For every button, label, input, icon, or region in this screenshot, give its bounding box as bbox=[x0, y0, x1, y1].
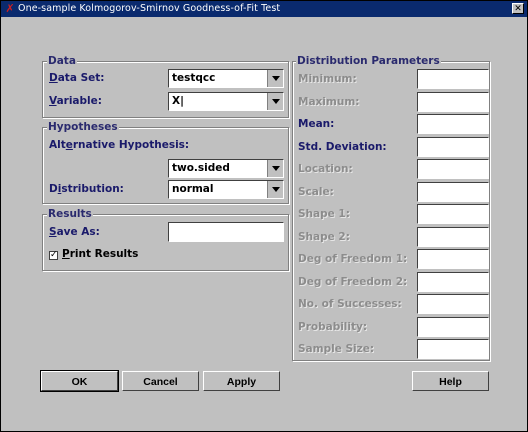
param-input bbox=[417, 249, 489, 269]
data-group-legend: Data bbox=[47, 55, 77, 67]
param-label: Sample Size: bbox=[298, 343, 375, 355]
param-input bbox=[417, 181, 489, 202]
param-label: Location: bbox=[298, 163, 353, 175]
param-label: Std. Deviation: bbox=[298, 140, 387, 153]
param-input bbox=[417, 339, 489, 359]
title-bar[interactable]: ✗ One-sample Kolmogorov-Smirnov Goodness… bbox=[1, 1, 527, 17]
param-input[interactable] bbox=[417, 114, 489, 134]
window-title: One-sample Kolmogorov-Smirnov Goodness-o… bbox=[18, 3, 281, 14]
param-input bbox=[417, 294, 489, 314]
param-label: Mean: bbox=[298, 118, 335, 130]
param-input[interactable] bbox=[417, 136, 489, 157]
distribution-label: Distribution: bbox=[49, 183, 124, 195]
distribution-value: normal bbox=[172, 183, 214, 195]
chevron-down-icon[interactable] bbox=[267, 93, 283, 110]
param-label: Scale: bbox=[298, 185, 334, 198]
param-input bbox=[417, 91, 489, 112]
alternative-hypothesis-label: Alternative Hypothesis: bbox=[49, 139, 190, 151]
data-set-label: Data Set: bbox=[49, 72, 105, 84]
param-label: No. of Successes: bbox=[298, 298, 402, 310]
apply-button[interactable]: Apply bbox=[203, 371, 280, 391]
param-input bbox=[417, 69, 489, 89]
chevron-down-icon[interactable] bbox=[267, 160, 283, 177]
results-group-legend: Results bbox=[47, 208, 93, 220]
distribution-parameters-legend: Distribution Parameters bbox=[296, 55, 441, 67]
param-input bbox=[417, 204, 489, 224]
variable-select[interactable]: X| bbox=[168, 92, 284, 111]
alternative-hypothesis-value: two.sided bbox=[172, 162, 230, 174]
hypotheses-group-legend: Hypotheses bbox=[47, 121, 119, 133]
print-results-checkbox[interactable]: ✓ bbox=[49, 251, 58, 260]
print-results-label[interactable]: Print Results bbox=[62, 248, 138, 261]
close-icon[interactable]: ✕ bbox=[512, 3, 524, 14]
param-label: Deg of Freedom 2: bbox=[298, 275, 408, 288]
param-label: Probability: bbox=[298, 320, 368, 333]
ok-button[interactable]: OK bbox=[40, 370, 119, 392]
distribution-select[interactable]: normal bbox=[168, 180, 284, 199]
data-set-value: testqcc bbox=[172, 72, 216, 84]
param-label: Shape 1: bbox=[298, 208, 350, 220]
param-input bbox=[417, 159, 489, 179]
alternative-hypothesis-select[interactable]: two.sided bbox=[168, 159, 284, 178]
data-set-select[interactable]: testqcc bbox=[168, 69, 284, 88]
save-as-label: Save As: bbox=[49, 226, 100, 238]
param-input bbox=[417, 271, 489, 292]
param-input bbox=[417, 226, 489, 247]
param-label: Maximum: bbox=[298, 95, 360, 108]
variable-value: X| bbox=[172, 95, 184, 107]
dialog-window: ✗ One-sample Kolmogorov-Smirnov Goodness… bbox=[0, 0, 528, 432]
help-button[interactable]: Help bbox=[412, 371, 489, 391]
chevron-down-icon[interactable] bbox=[267, 181, 283, 198]
variable-label: Variable: bbox=[49, 95, 102, 107]
cancel-button[interactable]: Cancel bbox=[122, 371, 199, 391]
app-icon: ✗ bbox=[5, 2, 15, 15]
save-as-input[interactable] bbox=[168, 222, 284, 242]
param-input bbox=[417, 316, 489, 337]
param-label: Minimum: bbox=[298, 73, 357, 85]
param-label: Deg of Freedom 1: bbox=[298, 253, 408, 265]
chevron-down-icon[interactable] bbox=[267, 70, 283, 87]
param-label: Shape 2: bbox=[298, 230, 350, 243]
